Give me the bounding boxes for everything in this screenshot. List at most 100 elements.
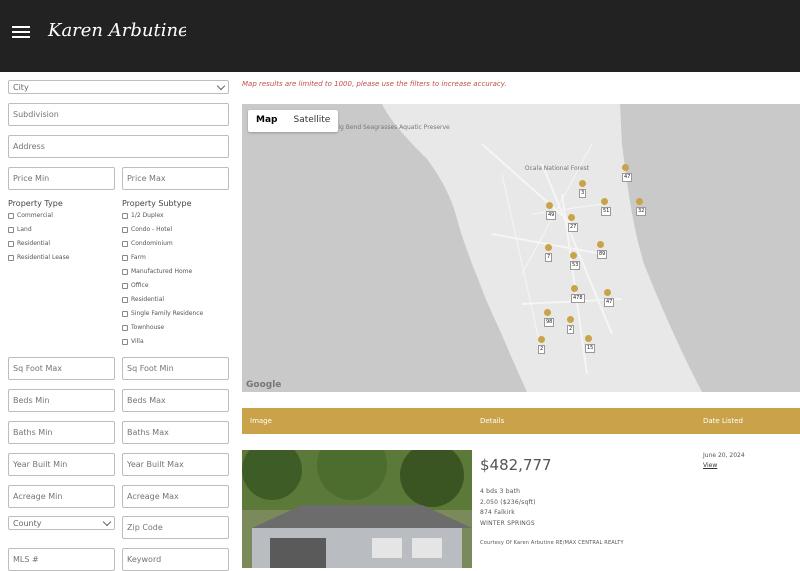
- baths-min-input[interactable]: [8, 421, 115, 444]
- property-subtype-checkbox[interactable]: Townhouse: [122, 324, 164, 331]
- year-built-min-input[interactable]: [8, 453, 115, 476]
- marker-count[interactable]: 47: [622, 173, 633, 182]
- marker-count[interactable]: 98: [544, 318, 555, 327]
- year-built-max-input[interactable]: [122, 453, 229, 476]
- map[interactable]: Big Bend Seagrasses Aquatic Preserve Oca…: [242, 104, 800, 392]
- top-bar: Karen Arbutine: [0, 0, 800, 72]
- checkbox-box[interactable]: [8, 254, 14, 261]
- property-type-checkbox[interactable]: Residential: [8, 240, 50, 247]
- map-marker[interactable]: [585, 335, 592, 342]
- baths-max-input[interactable]: [122, 421, 229, 444]
- marker-count[interactable]: 7: [545, 253, 553, 262]
- sqft-max-input[interactable]: [8, 357, 115, 380]
- menu-icon[interactable]: [12, 26, 30, 38]
- checkbox-box[interactable]: [8, 226, 14, 233]
- marker-count[interactable]: 15: [585, 344, 596, 353]
- checkbox-box[interactable]: [122, 240, 128, 247]
- map-marker[interactable]: [571, 285, 578, 292]
- checkbox-box[interactable]: [122, 254, 128, 261]
- map-marker[interactable]: [544, 309, 551, 316]
- city-select-value: City: [13, 82, 29, 92]
- column-image: Image: [250, 417, 272, 425]
- map-marker[interactable]: [568, 214, 575, 221]
- map-canvas: Big Bend Seagrasses Aquatic Preserve Oca…: [242, 104, 800, 392]
- property-type-checkbox[interactable]: Land: [8, 226, 32, 233]
- map-marker[interactable]: [546, 202, 553, 209]
- map-marker[interactable]: [567, 316, 574, 323]
- checkbox-box[interactable]: [122, 324, 128, 331]
- acreage-min-input[interactable]: [8, 485, 115, 508]
- property-subtype-checkbox[interactable]: Office: [122, 282, 149, 289]
- property-subtype-label: Townhouse: [131, 324, 165, 331]
- map-marker[interactable]: [570, 252, 577, 259]
- view-link[interactable]: View: [703, 462, 717, 469]
- property-type-checkbox[interactable]: Commercial: [8, 212, 53, 219]
- property-subtype-label: Manufactured Home: [131, 268, 193, 275]
- marker-count[interactable]: 51: [601, 207, 612, 216]
- map-marker[interactable]: [622, 164, 629, 171]
- checkbox-box[interactable]: [122, 296, 128, 303]
- marker-count[interactable]: 47: [604, 298, 615, 307]
- checkbox-box[interactable]: [122, 282, 128, 289]
- marker-count[interactable]: 2: [538, 345, 546, 354]
- map-marker[interactable]: [579, 180, 586, 187]
- address-input[interactable]: [8, 135, 229, 158]
- marker-count[interactable]: 89: [597, 250, 608, 259]
- property-subtype-checkbox[interactable]: Condominium: [122, 240, 173, 247]
- marker-count[interactable]: 2: [567, 325, 575, 334]
- checkbox-box[interactable]: [122, 268, 128, 275]
- city-select[interactable]: City: [8, 80, 229, 94]
- checkbox-box[interactable]: [122, 226, 128, 233]
- chevron-down-icon: [216, 81, 226, 90]
- map-marker[interactable]: [636, 198, 643, 205]
- beds-min-input[interactable]: [8, 389, 115, 412]
- map-marker[interactable]: [601, 198, 608, 205]
- marker-count[interactable]: 49: [546, 211, 557, 220]
- property-subtype-label: Single Family Residence: [131, 310, 204, 317]
- property-subtype-checkbox[interactable]: 1/2 Duplex: [122, 212, 164, 219]
- checkbox-box[interactable]: [122, 338, 128, 345]
- map-marker[interactable]: [538, 336, 545, 343]
- listing-sqft: 2,050 ($236/sqft): [480, 499, 536, 506]
- checkbox-box[interactable]: [8, 240, 14, 247]
- marker-count[interactable]: 53: [570, 261, 581, 270]
- property-subtype-checkbox[interactable]: Manufactured Home: [122, 268, 192, 275]
- listing-date: June 20, 2024: [703, 452, 745, 459]
- subdivision-input[interactable]: [8, 103, 229, 126]
- map-marker[interactable]: [604, 289, 611, 296]
- checkbox-box[interactable]: [122, 310, 128, 317]
- checkbox-box[interactable]: [8, 212, 14, 219]
- svg-text:Ocala National Forest: Ocala National Forest: [525, 165, 590, 172]
- chevron-down-icon: [102, 517, 112, 526]
- marker-count[interactable]: 32: [636, 207, 647, 216]
- listing-photo[interactable]: [242, 450, 472, 568]
- acreage-max-input[interactable]: [122, 485, 229, 508]
- property-type-label: Residential Lease: [17, 254, 70, 261]
- price-min-input[interactable]: [8, 167, 115, 190]
- marker-count[interactable]: 478: [571, 294, 585, 303]
- map-marker[interactable]: [597, 241, 604, 248]
- tab-map[interactable]: Map: [248, 110, 285, 132]
- beds-max-input[interactable]: [122, 389, 229, 412]
- marker-count[interactable]: 3: [579, 189, 587, 198]
- sqft-min-input[interactable]: [122, 357, 229, 380]
- property-subtype-checkbox[interactable]: Condo - Hotel: [122, 226, 172, 233]
- checkbox-box[interactable]: [122, 212, 128, 219]
- county-select-value: County: [13, 518, 42, 528]
- property-type-checkbox[interactable]: Residential Lease: [8, 254, 69, 261]
- price-max-input[interactable]: [122, 167, 229, 190]
- property-subtype-checkbox[interactable]: Villa: [122, 338, 144, 345]
- zip-code-input[interactable]: [122, 516, 229, 539]
- logo[interactable]: Karen Arbutine: [46, 10, 186, 50]
- property-subtype-checkbox[interactable]: Residential: [122, 296, 164, 303]
- map-marker[interactable]: [545, 244, 552, 251]
- property-subtype-checkbox[interactable]: Single Family Residence: [122, 310, 203, 317]
- tab-satellite[interactable]: Satellite: [285, 110, 338, 132]
- property-subtype-checkbox[interactable]: Farm: [122, 254, 146, 261]
- listing-street: 874 Falkirk: [480, 509, 515, 516]
- marker-count[interactable]: 27: [568, 223, 579, 232]
- column-date-listed: Date Listed: [703, 417, 743, 425]
- county-select[interactable]: County: [8, 516, 115, 530]
- google-logo: Google: [246, 380, 282, 390]
- listing-price[interactable]: $482,777: [480, 456, 552, 474]
